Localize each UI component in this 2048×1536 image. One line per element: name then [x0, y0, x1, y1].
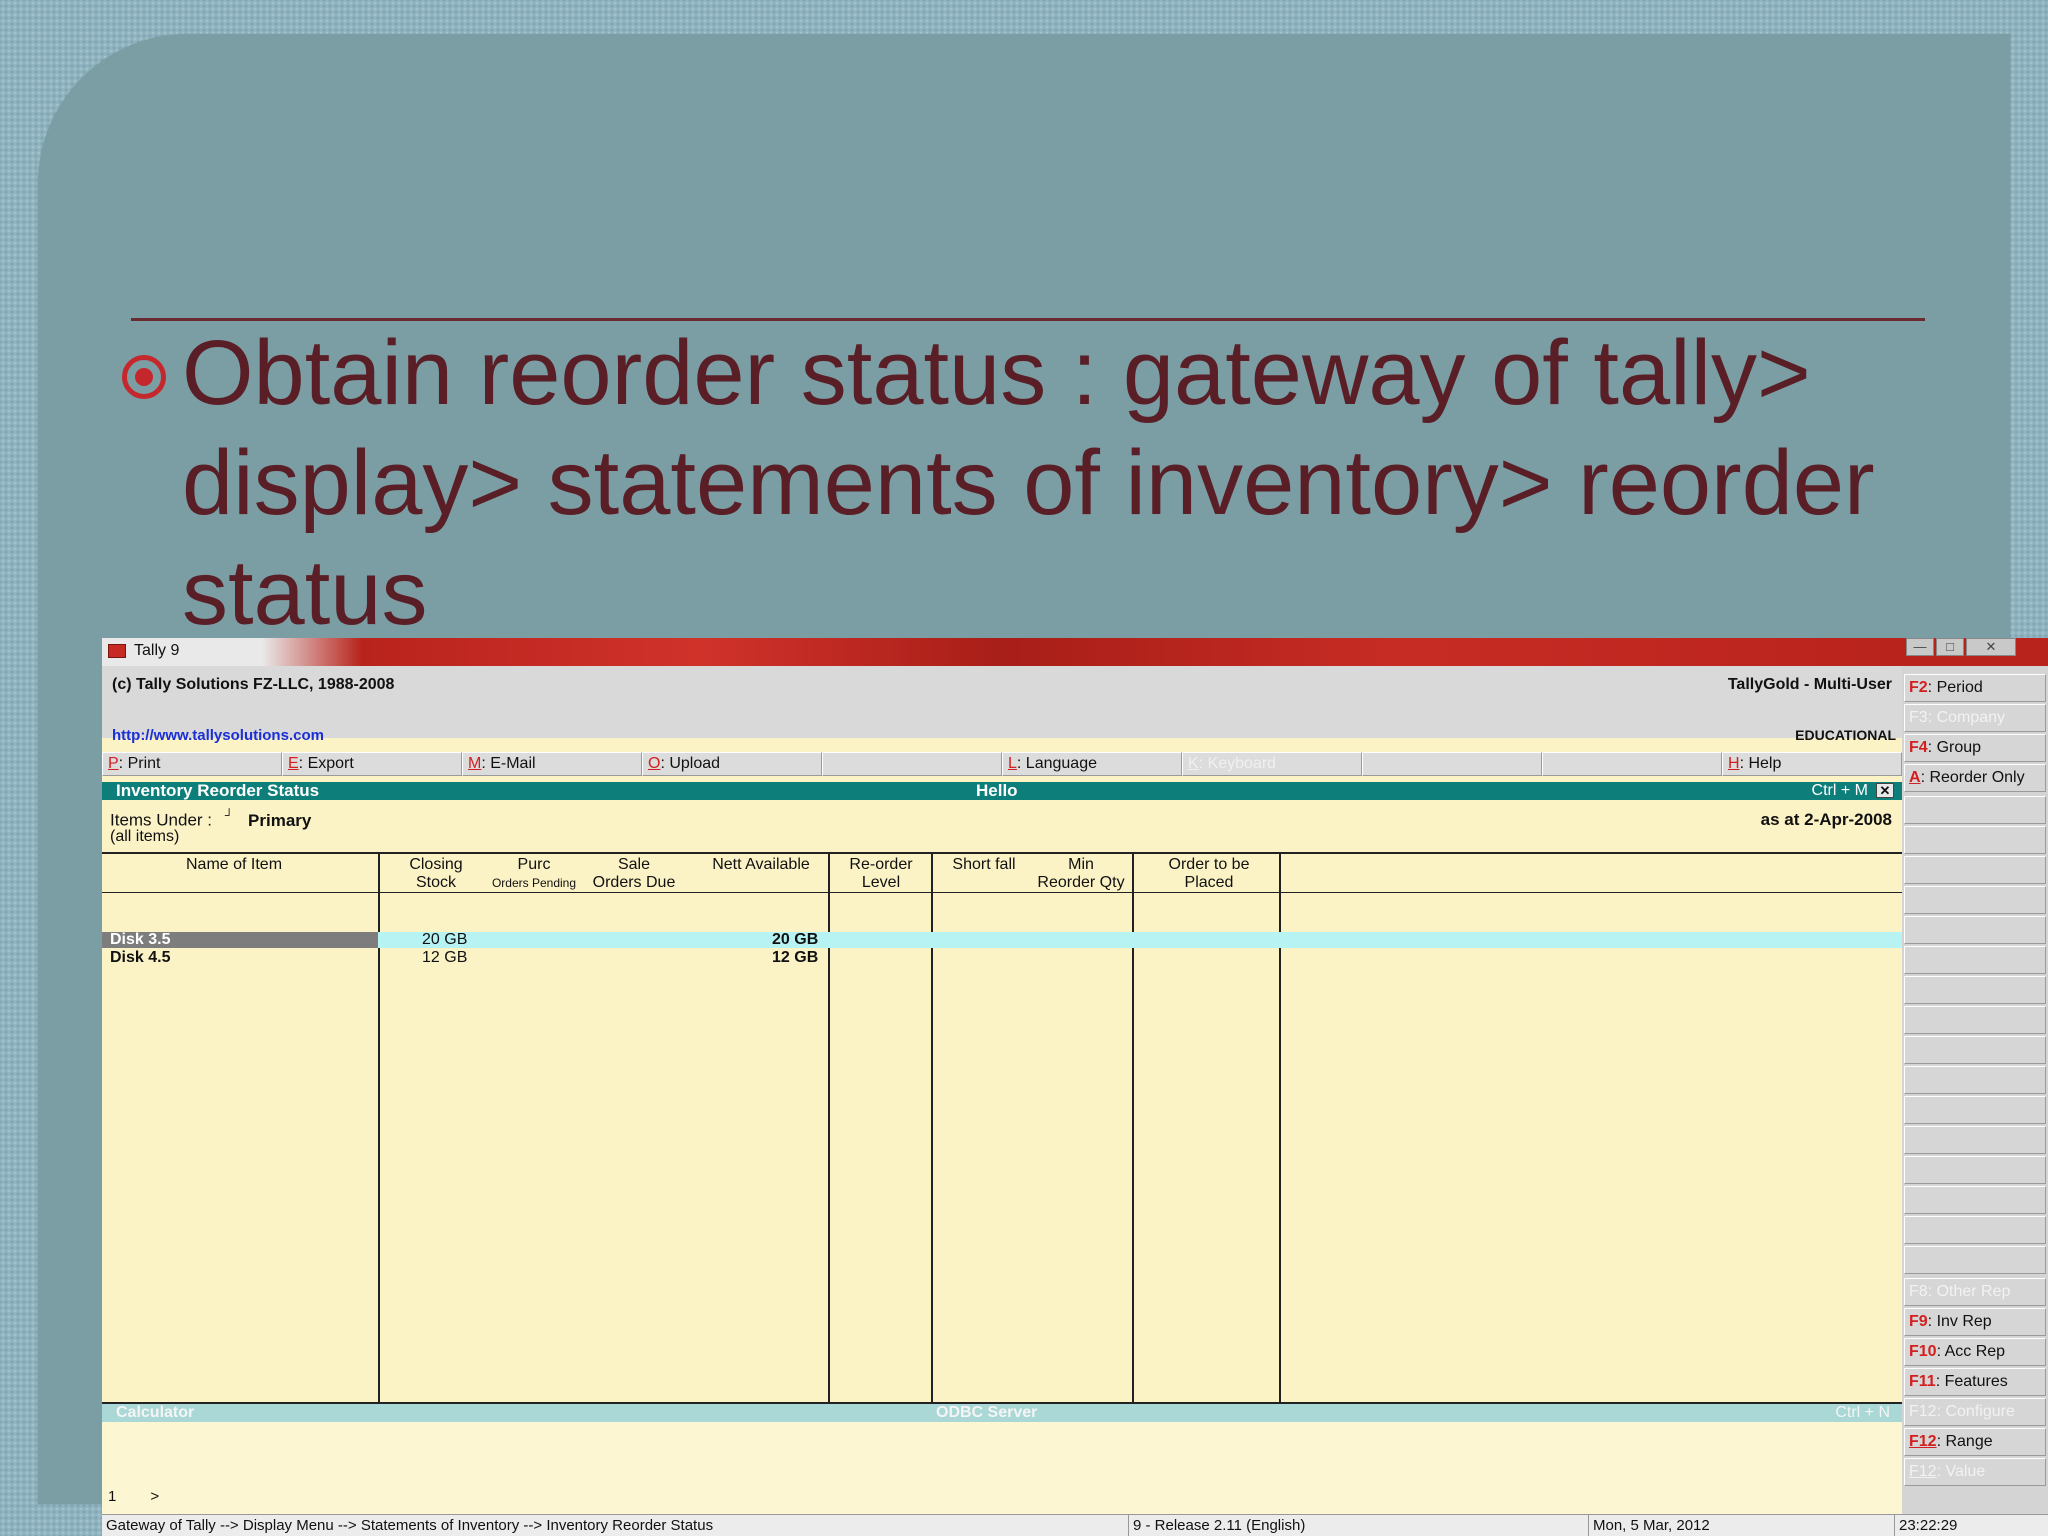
status-bar: Gateway of Tally --> Display Menu --> St… — [102, 1514, 2048, 1536]
close-window-button[interactable]: ✕ — [1966, 638, 2016, 656]
group-button[interactable]: F4: Group — [1904, 734, 2046, 762]
all-items-text: (all items) — [110, 828, 180, 845]
empty-side-button — [1904, 826, 2046, 854]
maximize-button[interactable]: □ — [1936, 638, 1964, 656]
header-sale-orders: Sale Orders Due — [592, 856, 676, 891]
report-shortcut: Ctrl + M — [1811, 782, 1868, 799]
features-button[interactable]: F11: Features — [1904, 1368, 2046, 1396]
calculator-label: Calculator — [116, 1404, 195, 1421]
row-1-nett: 20 GB — [772, 931, 819, 948]
period-button[interactable]: F2: Period — [1904, 674, 2046, 702]
empty-side-button — [1904, 1246, 2046, 1274]
language-button[interactable]: L: Language — [1002, 752, 1182, 776]
tally-app-icon — [108, 644, 126, 658]
status-time: 23:22:29 — [1894, 1515, 1957, 1536]
odbc-server-label: ODBC Server — [936, 1404, 1038, 1421]
help-button[interactable]: H: Help — [1722, 752, 1902, 776]
header-short-fall: Short fall — [952, 856, 1016, 873]
items-under-value[interactable]: Primary — [248, 811, 311, 830]
empty-side-button — [1904, 1036, 2046, 1064]
license-text: EDUCATIONAL — [1795, 727, 1896, 743]
reorder-only-button[interactable]: A: Reorder Only — [1904, 764, 2046, 792]
email-button[interactable]: M: E-Mail — [462, 752, 642, 776]
configure-button[interactable]: F12: Configure — [1904, 1398, 2046, 1426]
empty-side-button — [1904, 946, 2046, 974]
empty-button-2 — [1362, 752, 1542, 776]
header-purc-orders: Purc Orders Pending — [491, 856, 577, 890]
title-bar[interactable]: Tally 9 — □ ✕ — [102, 638, 2048, 666]
empty-button-3 — [1542, 752, 1722, 776]
header-name-of-item: Name of Item — [186, 856, 283, 873]
empty-side-button — [1904, 796, 2046, 824]
navigation-path: Gateway of Tally --> Display Menu --> St… — [106, 1517, 714, 1534]
row-2-closing: 12 GB — [422, 949, 468, 966]
close-report-icon[interactable]: ✕ — [1876, 783, 1894, 798]
items-under-label: Items Under : — [110, 810, 213, 830]
calculator-input-line[interactable]: 1 > — [108, 1488, 159, 1505]
empty-side-button — [1904, 1126, 2046, 1154]
empty-button-1 — [822, 752, 1002, 776]
copyright-text: (c) Tally Solutions FZ-LLC, 1988-2008 — [112, 676, 395, 693]
empty-side-button — [1904, 1066, 2046, 1094]
header-reorder-level: Re-order Level — [849, 856, 913, 891]
empty-side-button — [1904, 1216, 2046, 1244]
header-order-to-be-placed: Order to be Placed — [1168, 856, 1250, 891]
export-button[interactable]: E: Export — [282, 752, 462, 776]
header-nett-available: Nett Available — [712, 856, 810, 873]
window-title: Tally 9 — [134, 642, 180, 659]
tally-window: Tally 9 — □ ✕ (c) Tally Solutions FZ-LLC… — [102, 638, 2048, 1536]
calculator-area[interactable] — [102, 1422, 1902, 1516]
print-button[interactable]: P: Print — [102, 752, 282, 776]
website-link[interactable]: http://www.tallysolutions.com — [112, 727, 324, 744]
header-min-reorder: Min Reorder Qty — [1037, 856, 1125, 891]
empty-side-button — [1904, 1006, 2046, 1034]
report-title: Inventory Reorder Status — [116, 781, 320, 800]
row-2-name[interactable]: Disk 4.5 — [110, 950, 170, 966]
upload-button[interactable]: O: Upload — [642, 752, 822, 776]
empty-side-button — [1904, 1186, 2046, 1214]
empty-side-button — [1904, 976, 2046, 1004]
edition-text: TallyGold - Multi-User — [1727, 676, 1892, 693]
empty-side-button — [1904, 916, 2046, 944]
calculator-shortcut: Ctrl + N — [1835, 1404, 1890, 1421]
button-panel: F2: Period F3: Company F4: Group A: Reor… — [1902, 666, 2048, 1514]
header-closing-stock: Closing Stock — [409, 856, 463, 891]
company-button[interactable]: F3: Company — [1904, 704, 2046, 732]
acc-rep-button[interactable]: F10: Acc Rep — [1904, 1338, 2046, 1366]
empty-side-button — [1904, 1156, 2046, 1184]
range-button[interactable]: F12: Range — [1904, 1428, 2046, 1456]
report-title-bar: Inventory Reorder Status Hello Ctrl + M … — [102, 782, 1902, 800]
slide-heading: Obtain reorder status : gateway of tally… — [182, 322, 1875, 644]
as-at-date[interactable]: as at 2-Apr-2008 — [1761, 810, 1892, 830]
keyboard-button[interactable]: K: Keyboard — [1182, 752, 1362, 776]
status-date: Mon, 5 Mar, 2012 — [1588, 1515, 1710, 1536]
return-marker-icon: ┘ — [224, 808, 234, 822]
empty-side-button — [1904, 1096, 2046, 1124]
minimize-button[interactable]: — — [1906, 638, 1934, 656]
company-name: Hello — [976, 781, 1018, 800]
other-rep-button[interactable]: F8: Other Rep — [1904, 1278, 2046, 1306]
empty-side-button — [1904, 856, 2046, 884]
calculator-bar: Calculator ODBC Server Ctrl + N — [102, 1404, 1902, 1422]
row-1-closing: 20 GB — [422, 931, 468, 948]
release-info: 9 - Release 2.11 (English) — [1128, 1515, 1305, 1536]
row-1-name[interactable]: Disk 3.5 — [110, 932, 170, 948]
button-bar: P: Print E: Export M: E-Mail O: Upload L… — [102, 752, 1902, 776]
table-top-border — [102, 852, 1902, 854]
empty-side-button — [1904, 886, 2046, 914]
table-header-border — [102, 892, 1902, 893]
value-button[interactable]: F12: Value — [1904, 1458, 2046, 1486]
bullet-icon — [122, 355, 166, 399]
row-2-nett: 12 GB — [772, 949, 819, 966]
inv-rep-button[interactable]: F9: Inv Rep — [1904, 1308, 2046, 1336]
